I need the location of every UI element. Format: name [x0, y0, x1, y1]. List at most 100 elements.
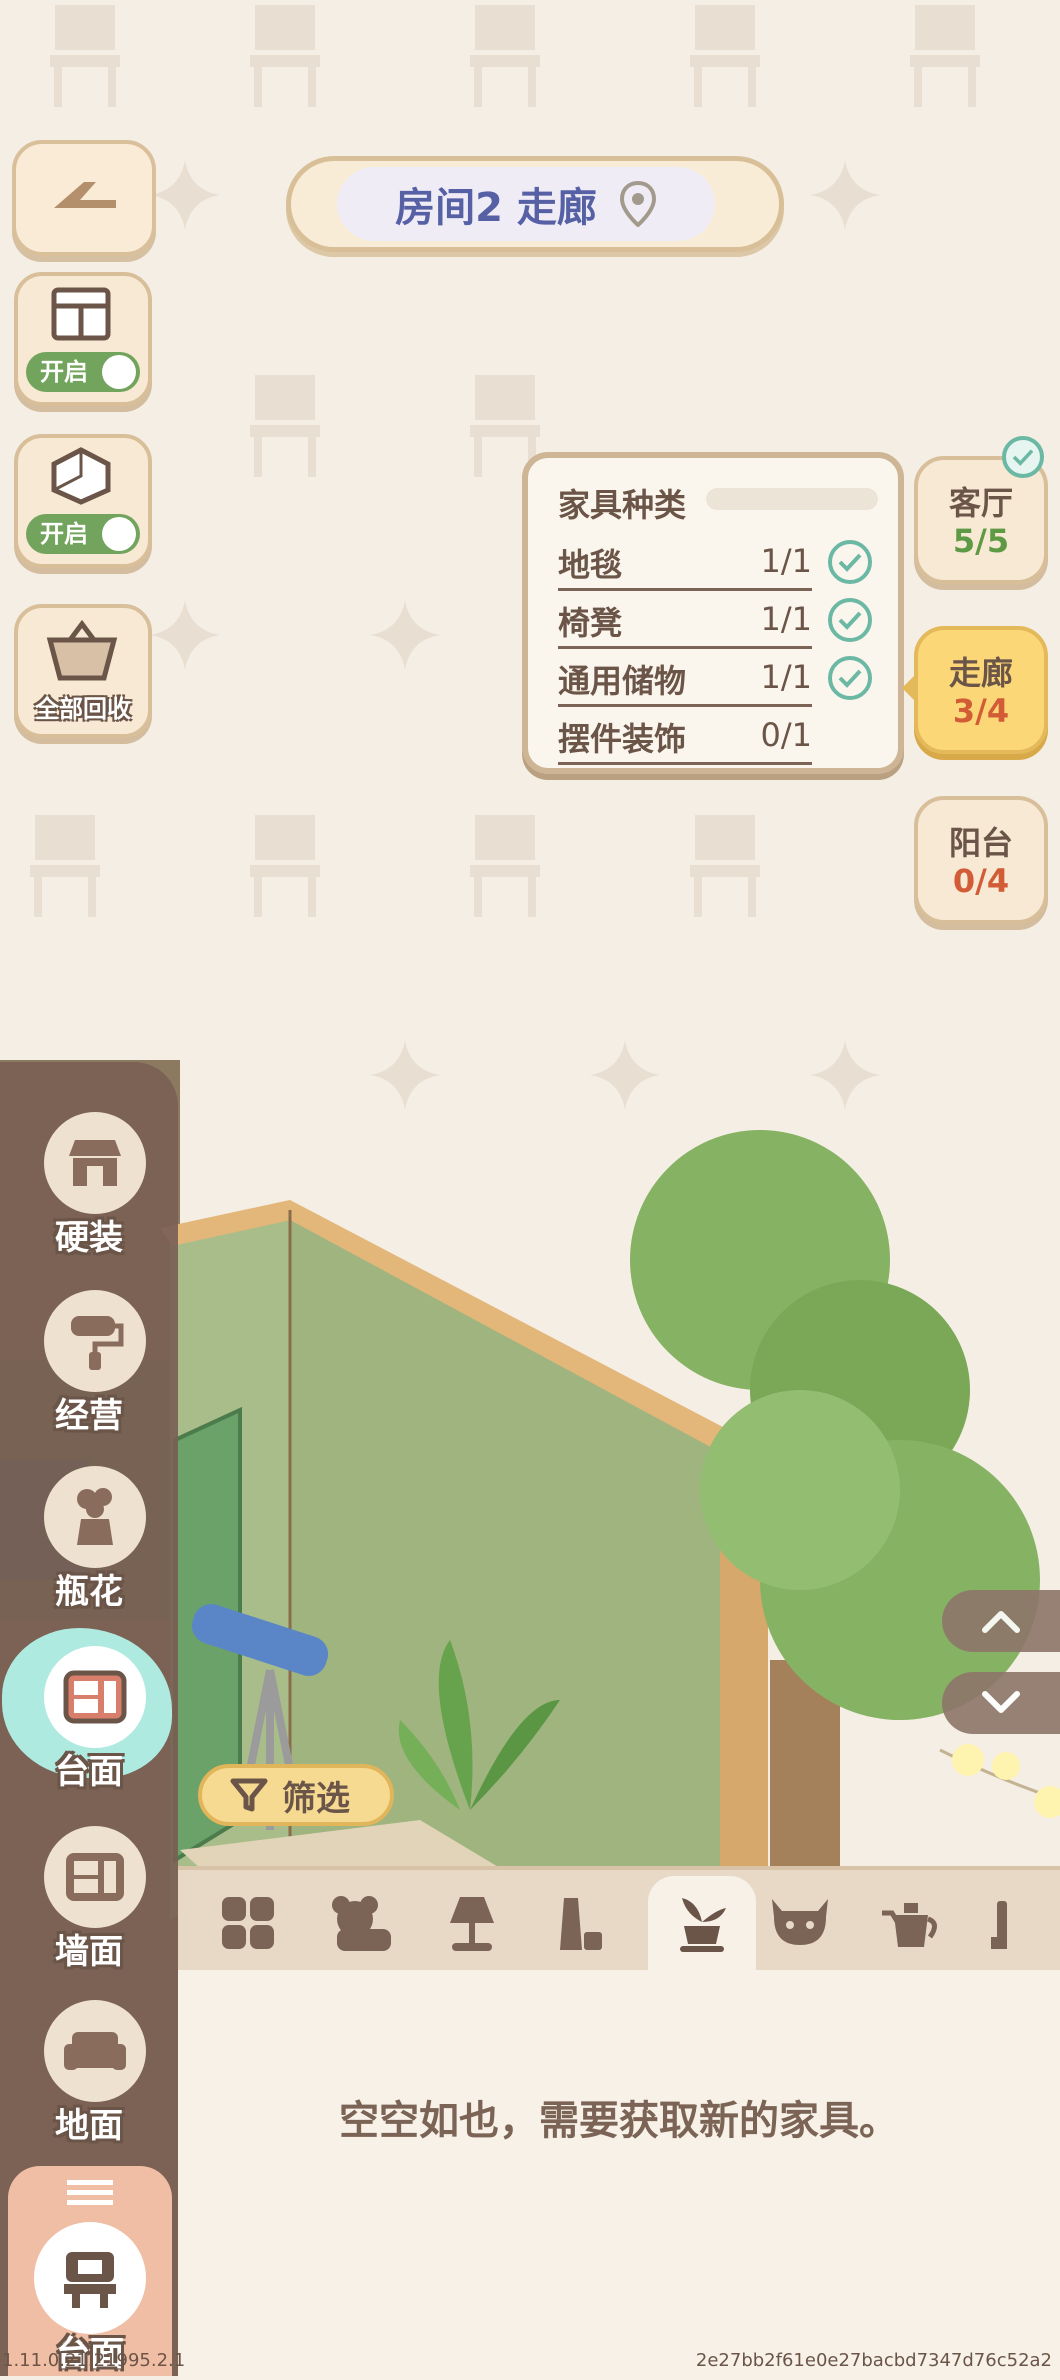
furniture-row-count: 1/1	[760, 658, 813, 696]
chair-watermark-icon	[250, 375, 320, 477]
recycle-all-button[interactable]: 全部回收	[14, 604, 152, 738]
cube-icon	[51, 447, 111, 505]
cabinet-tabletop-icon	[63, 1670, 127, 1724]
cabinet-icon	[51, 287, 111, 341]
location-pin-icon	[619, 181, 656, 227]
diamond-watermark-icon	[150, 160, 220, 230]
furniture-row-name: 椅凳	[558, 604, 623, 642]
scroll-up-button[interactable]	[942, 1590, 1060, 1652]
category-label: 墙面	[55, 1932, 123, 1972]
room-title-pill[interactable]: 房间2 走廊	[286, 156, 784, 252]
chair-watermark-icon	[690, 5, 760, 107]
recycle-all-label: 全部回收	[35, 695, 131, 723]
room-title: 房间2 走廊	[395, 185, 597, 231]
chair-watermark-icon	[470, 5, 540, 107]
furniture-row-count: 1/1	[760, 600, 813, 638]
furniture-row-count: 1/1	[760, 542, 813, 580]
lamp-table-icon	[64, 2252, 116, 2308]
toggle-label: 开启	[40, 358, 88, 386]
chair-watermark-icon	[690, 815, 760, 917]
diamond-watermark-icon	[150, 600, 220, 670]
kettle-icon	[882, 1903, 937, 1947]
furniture-row-name: 摆件装饰	[558, 720, 687, 758]
category-business[interactable]: 经营	[14, 1290, 164, 1460]
filter-button[interactable]: 筛选	[198, 1764, 394, 1826]
sofa-icon	[64, 2032, 126, 2070]
chevron-up-icon	[982, 1611, 1020, 1633]
back-button[interactable]	[12, 140, 156, 256]
filter-label: 筛选	[282, 1778, 350, 1819]
tab-kettles[interactable]	[872, 1888, 948, 1958]
empty-message: 空空如也，需要获取新的家具。	[339, 2098, 899, 2144]
item-type-tabs	[178, 1870, 1060, 1972]
category-vase-flowers[interactable]: 瓶花	[14, 1466, 164, 1636]
bear-toy-icon	[332, 1896, 391, 1951]
category-label: 经营	[55, 1396, 123, 1436]
category-tabletop[interactable]: 台面	[2, 1628, 172, 1816]
shop-icon	[69, 1140, 121, 1186]
furniture-row-count: 0/1	[760, 716, 813, 754]
diamond-watermark-icon	[370, 600, 440, 670]
toggle-switch-2[interactable]: 开启	[26, 514, 140, 554]
chevron-down-icon	[982, 1691, 1020, 1713]
more-icon	[991, 1901, 1007, 1949]
category-label: 台面	[55, 1752, 123, 1792]
back-arrow-icon	[54, 182, 116, 208]
cow-icon	[772, 1899, 828, 1945]
room-tab-name: 走廊	[948, 654, 1013, 692]
tab-more[interactable]	[982, 1888, 1022, 1958]
tab-toys[interactable]	[322, 1888, 398, 1958]
furniture-panel-bar	[706, 488, 878, 510]
selected-category-card[interactable]: 台面	[8, 2166, 172, 2376]
room-tab-corridor[interactable]: 走廊 3/4	[914, 626, 1048, 754]
version-text: 1.11.0.21.21995.2.1	[2, 2350, 186, 2371]
check-icon	[828, 540, 872, 584]
toggle-label: 开启	[40, 520, 88, 548]
furniture-row-name: 地毯	[558, 546, 623, 584]
potted-plant-icon	[680, 1898, 726, 1952]
filter-funnel-icon	[230, 1778, 268, 1812]
diamond-watermark-icon	[810, 160, 880, 230]
category-wall[interactable]: 墙面	[14, 1826, 164, 1996]
furniture-row: 椅凳 1/1	[558, 590, 812, 649]
tab-bottles[interactable]	[542, 1888, 618, 1958]
room-tab-count: 0/4	[952, 862, 1010, 900]
furniture-row: 摆件装饰 0/1	[558, 706, 812, 765]
furniture-row: 地毯 1/1	[558, 532, 812, 591]
room-tab-count: 3/4	[952, 692, 1010, 730]
tab-lamps[interactable]	[434, 1888, 510, 1958]
toggle-switch-1[interactable]: 开启	[26, 352, 140, 392]
room-outline-toggle-button[interactable]: 开启	[14, 434, 152, 568]
furniture-row-name: 通用储物	[558, 662, 687, 700]
basket-icon	[46, 620, 118, 681]
vase-flower-icon	[77, 1488, 113, 1545]
paint-roller-icon	[71, 1316, 124, 1370]
category-hardware[interactable]: 硬装	[14, 1112, 164, 1282]
list-icon	[67, 2180, 113, 2205]
category-floor[interactable]: 地面	[14, 2000, 164, 2170]
furniture-type-panel: 家具种类 地毯 1/1 椅凳 1/1 通用储物 1/1 摆件装饰 0/1	[522, 452, 904, 774]
bottle-icon	[560, 1898, 602, 1950]
category-label: 地面	[55, 2106, 123, 2146]
furniture-panel-title: 家具种类	[558, 486, 687, 524]
lamp-icon	[450, 1897, 494, 1951]
tab-animals[interactable]	[762, 1888, 838, 1958]
chair-watermark-icon	[50, 5, 120, 107]
build-hash-text: 2e27bb2f61e0e27bacbd7347d76c52a2	[695, 2350, 1052, 2371]
room-tab-name: 阳台	[948, 824, 1013, 862]
check-icon	[828, 656, 872, 700]
furniture-row: 通用储物 1/1	[558, 648, 812, 707]
room-tab-count: 5/5	[952, 522, 1010, 560]
chair-watermark-icon	[470, 815, 540, 917]
selected-category-circle	[34, 2222, 146, 2334]
room-tab-balcony[interactable]: 阳台 0/4	[914, 796, 1048, 924]
category-label: 瓶花	[55, 1572, 123, 1612]
chair-watermark-icon	[30, 815, 100, 917]
scroll-down-button[interactable]	[942, 1672, 1060, 1734]
tab-all-grid[interactable]	[210, 1888, 286, 1958]
check-icon	[828, 598, 872, 642]
wall-visibility-toggle-button[interactable]: 开启	[14, 272, 152, 406]
tab-plants[interactable]	[648, 1876, 756, 1972]
complete-check-icon	[1002, 436, 1044, 478]
chair-watermark-icon	[250, 815, 320, 917]
